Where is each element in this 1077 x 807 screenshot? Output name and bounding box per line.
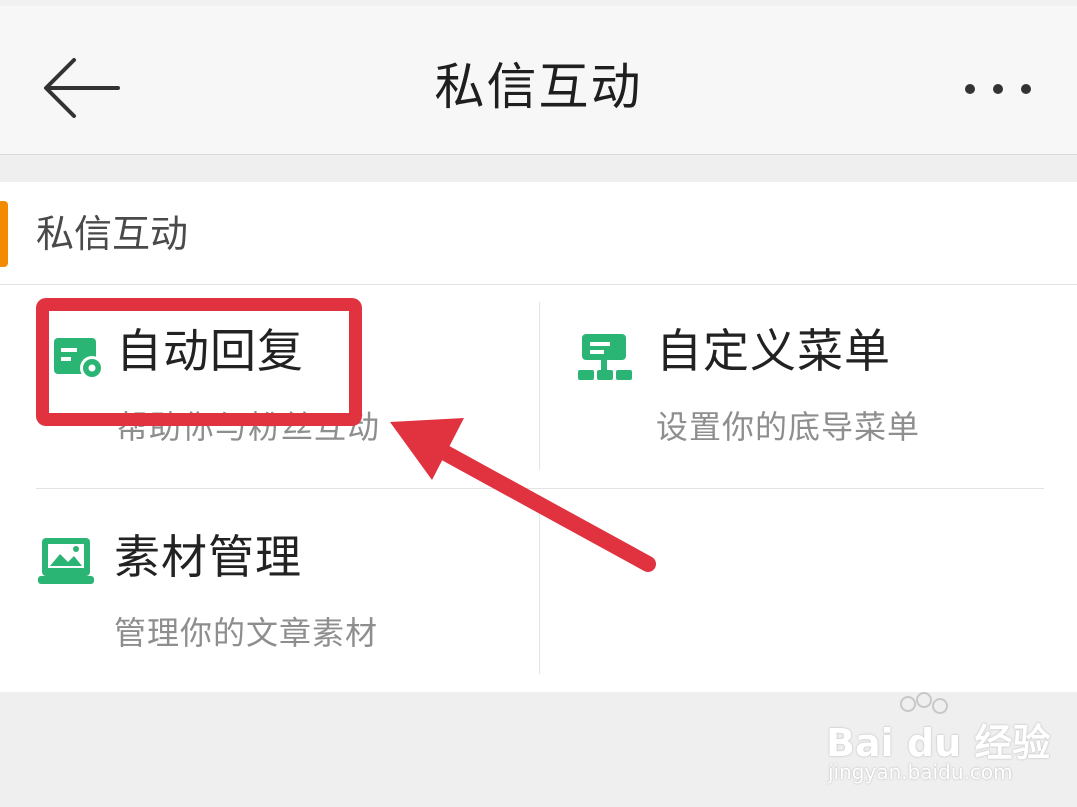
- watermark-url: jingyan.baidu.com: [828, 760, 1013, 784]
- divider: [0, 284, 1077, 285]
- custom-menu-desc: 设置你的底导菜单: [656, 408, 921, 446]
- custom-menu-title: 自定义菜单: [656, 324, 891, 378]
- annotation-highlight-box: [36, 298, 362, 426]
- status-bar: [0, 0, 1077, 6]
- material-title: 素材管理: [114, 530, 302, 584]
- section-accent-bar: [0, 201, 8, 267]
- baidu-jingyan-watermark: Bai du 经验 jingyan.baidu.com: [820, 690, 1050, 790]
- more-dots-icon: [965, 84, 1031, 94]
- annotation-arrow-icon: [390, 418, 656, 572]
- more-button[interactable]: [956, 74, 1040, 104]
- custom-menu-icon: [578, 334, 632, 380]
- watermark-brand: Bai du 经验: [826, 721, 1051, 765]
- page-title: 私信互动: [434, 58, 643, 116]
- section-title: 私信互动: [36, 212, 189, 256]
- app-header: 私信互动: [0, 0, 1077, 155]
- material-desc: 管理你的文章素材: [114, 614, 379, 652]
- material-icon: [38, 538, 94, 584]
